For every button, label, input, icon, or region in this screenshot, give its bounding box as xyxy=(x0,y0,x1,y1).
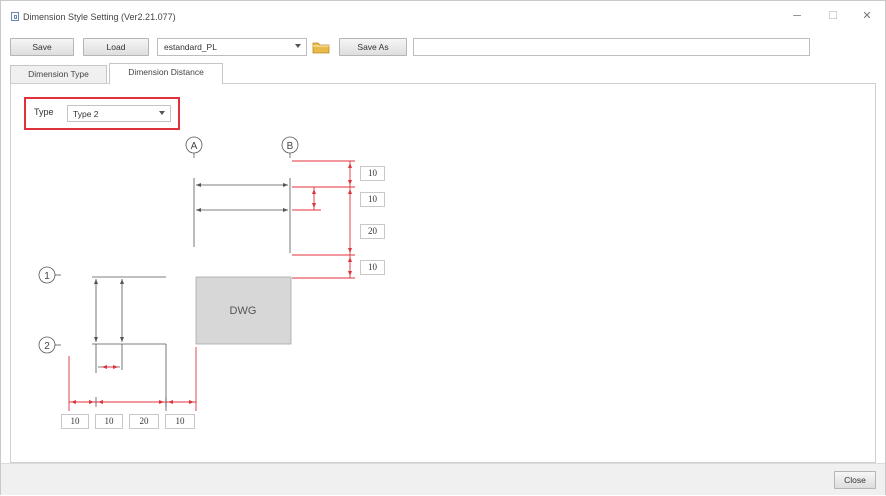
dialog-window: Dimension Style Setting (Ver2.21.077) ─ … xyxy=(0,0,886,495)
grid-label-1: 1 xyxy=(44,271,50,282)
bottom-distance-field-2[interactable]: 10 xyxy=(95,414,123,429)
right-distance-field-4[interactable]: 10 xyxy=(360,260,385,275)
grid-label-2: 2 xyxy=(44,341,50,352)
grid-label-a: A xyxy=(191,141,198,152)
grid-label-b: B xyxy=(287,141,294,152)
bottom-distance-field-4[interactable]: 10 xyxy=(165,414,195,429)
bottom-distance-field-1[interactable]: 10 xyxy=(61,414,89,429)
footer-bar: Close xyxy=(1,463,885,495)
right-distance-field-1[interactable]: 10 xyxy=(360,166,385,181)
right-distance-field-2[interactable]: 10 xyxy=(360,192,385,207)
right-distance-field-3[interactable]: 20 xyxy=(360,224,385,239)
bottom-distance-field-3[interactable]: 20 xyxy=(129,414,159,429)
tab-dimension-distance[interactable]: Dimension Distance xyxy=(109,63,223,84)
dwg-label: DWG xyxy=(230,305,257,317)
close-button[interactable]: Close xyxy=(834,471,876,489)
